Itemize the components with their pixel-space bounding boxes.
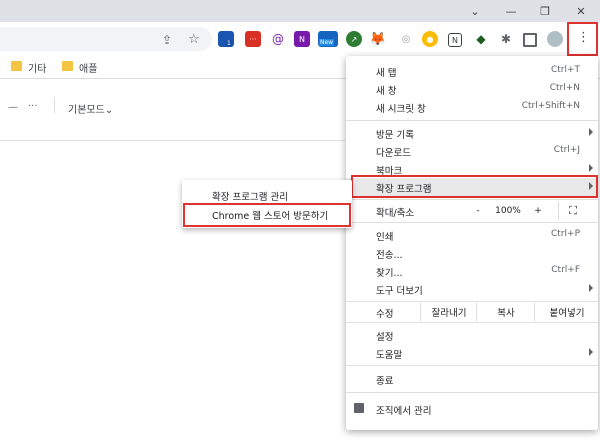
extension-at-icon[interactable]: @: [270, 31, 286, 47]
menu-item-label: 조직에서 관리: [376, 406, 432, 417]
side-panel-icon[interactable]: [523, 33, 537, 47]
extension-leaf-icon[interactable]: ◆: [473, 31, 489, 47]
zoom-level: 100%: [495, 206, 521, 216]
menu-item-label: 도움말: [376, 350, 403, 361]
menu-item-label: 수정: [376, 309, 394, 320]
bookmark-folder-apple[interactable]: 애플: [79, 60, 97, 75]
menu-separator: [346, 199, 598, 200]
chevron-right-icon: [589, 348, 593, 356]
menu-item-new-incognito[interactable]: 새 시크릿 창 Ctrl+Shift+N: [346, 98, 598, 116]
extension-red-icon[interactable]: ···: [245, 31, 261, 47]
menu-item-label: 새 탭: [376, 68, 397, 79]
extension-1-icon[interactable]: 1: [218, 31, 234, 47]
menu-item-label: 찾기...: [376, 268, 403, 279]
extensions-item-highlight: [351, 175, 598, 198]
shortcut-label: Ctrl+F: [551, 265, 580, 275]
menu-item-label: 설정: [376, 332, 394, 343]
menu-item-downloads[interactable]: 다운로드 Ctrl+J: [346, 142, 598, 160]
metamask-icon[interactable]: 🦊: [370, 31, 386, 47]
zoom-in-button[interactable]: +: [526, 202, 550, 220]
menu-item-label: 전송...: [376, 250, 403, 261]
menu-separator: [346, 322, 598, 323]
chevron-right-icon: [589, 128, 593, 136]
minimize-button[interactable]: —: [496, 0, 526, 22]
bookmark-folder-other[interactable]: 기타: [28, 60, 46, 75]
extension-yellow-icon[interactable]: ●: [422, 31, 438, 47]
avatar[interactable]: [547, 31, 563, 47]
maximize-button[interactable]: ❐: [530, 0, 560, 22]
menu-item-history[interactable]: 방문 기록: [346, 124, 598, 142]
zoom-out-button[interactable]: -: [466, 202, 490, 220]
menu-item-help[interactable]: 도움말: [346, 344, 598, 362]
folder-icon: [62, 61, 73, 71]
notion-icon[interactable]: N: [448, 33, 462, 47]
menu-item-label: 새 창: [376, 86, 397, 97]
menu-item-new-window[interactable]: 새 창 Ctrl+N: [346, 80, 598, 98]
menu-item-print[interactable]: 인쇄 Ctrl+P: [346, 226, 598, 244]
mode-label: 기본모드: [68, 105, 105, 116]
shortcut-label: Ctrl+T: [550, 65, 580, 75]
more-horizontal-icon[interactable]: ···: [28, 101, 38, 112]
divider: [54, 97, 55, 113]
chevron-down-icon[interactable]: ⌄: [460, 0, 490, 22]
menu-item-label: 확대/축소: [376, 208, 415, 219]
menu-item-label: 새 시크릿 창: [376, 104, 426, 115]
menu-item-zoom: 확대/축소 - 100% + ⛶: [346, 202, 598, 220]
shortcut-label: Ctrl+P: [551, 229, 580, 239]
shortcut-label: Ctrl+N: [549, 83, 580, 93]
submenu-item-manage-extensions[interactable]: 확장 프로그램 관리: [212, 189, 288, 203]
fullscreen-icon[interactable]: ⛶: [558, 202, 587, 220]
menu-item-find[interactable]: 찾기... Ctrl+F: [346, 262, 598, 280]
menu-item-managed[interactable]: 조직에서 관리: [346, 400, 598, 418]
menu-item-label: 종료: [376, 376, 394, 387]
mode-select[interactable]: 기본모드⌄: [68, 101, 113, 116]
menu-item-cast[interactable]: 전송...: [346, 244, 598, 262]
menu-separator: [346, 365, 598, 366]
share-icon[interactable]: ⇪: [162, 33, 172, 47]
cut-button[interactable]: 잘라내기: [420, 303, 477, 321]
onenote-icon[interactable]: N: [294, 31, 310, 47]
address-bar[interactable]: [0, 27, 212, 51]
chevron-right-icon: [589, 164, 593, 172]
shortcut-label: Ctrl+J: [553, 145, 580, 155]
building-icon: [354, 403, 364, 413]
menu-item-label: 도구 더보기: [376, 286, 423, 297]
puzzle-icon[interactable]: ✱: [498, 31, 514, 47]
extension-new-icon[interactable]: New: [318, 31, 338, 47]
webstore-item-highlight: [183, 203, 351, 227]
menu-item-label: 인쇄: [376, 232, 394, 243]
menu-item-settings[interactable]: 설정: [346, 326, 598, 344]
menu-item-more-tools[interactable]: 도구 더보기: [346, 280, 598, 298]
folder-icon: [11, 61, 22, 71]
menu-separator: [346, 392, 598, 393]
menu-separator: [346, 222, 598, 223]
chrome-menu: 새 탭 Ctrl+T 새 창 Ctrl+N 새 시크릿 창 Ctrl+Shift…: [346, 56, 598, 430]
paste-button[interactable]: 붙여넣기: [534, 303, 599, 321]
menu-item-edit: 수정 잘라내기 복사 붙여넣기: [346, 303, 598, 321]
extension-gray-icon[interactable]: ◎: [398, 31, 414, 47]
menu-button-highlight: [567, 22, 598, 56]
close-button[interactable]: ✕: [566, 0, 596, 22]
menu-item-new-tab[interactable]: 새 탭 Ctrl+T: [346, 62, 598, 80]
chevron-down-icon: ⌄: [104, 105, 114, 116]
menu-separator: [346, 120, 598, 121]
menu-item-exit[interactable]: 종료: [346, 370, 598, 388]
bookmark-star-icon[interactable]: ☆: [188, 32, 200, 47]
extension-green-icon[interactable]: ↗: [346, 31, 362, 47]
menu-item-label: 방문 기록: [376, 130, 414, 141]
copy-button[interactable]: 복사: [476, 303, 535, 321]
menu-separator: [346, 301, 598, 302]
dash-icon: —: [8, 102, 18, 113]
menu-item-label: 다운로드: [376, 148, 411, 159]
shortcut-label: Ctrl+Shift+N: [521, 101, 580, 111]
page-header: [0, 80, 345, 141]
title-bar: ⌄ — ❐ ✕: [0, 0, 600, 22]
chevron-right-icon: [589, 284, 593, 292]
